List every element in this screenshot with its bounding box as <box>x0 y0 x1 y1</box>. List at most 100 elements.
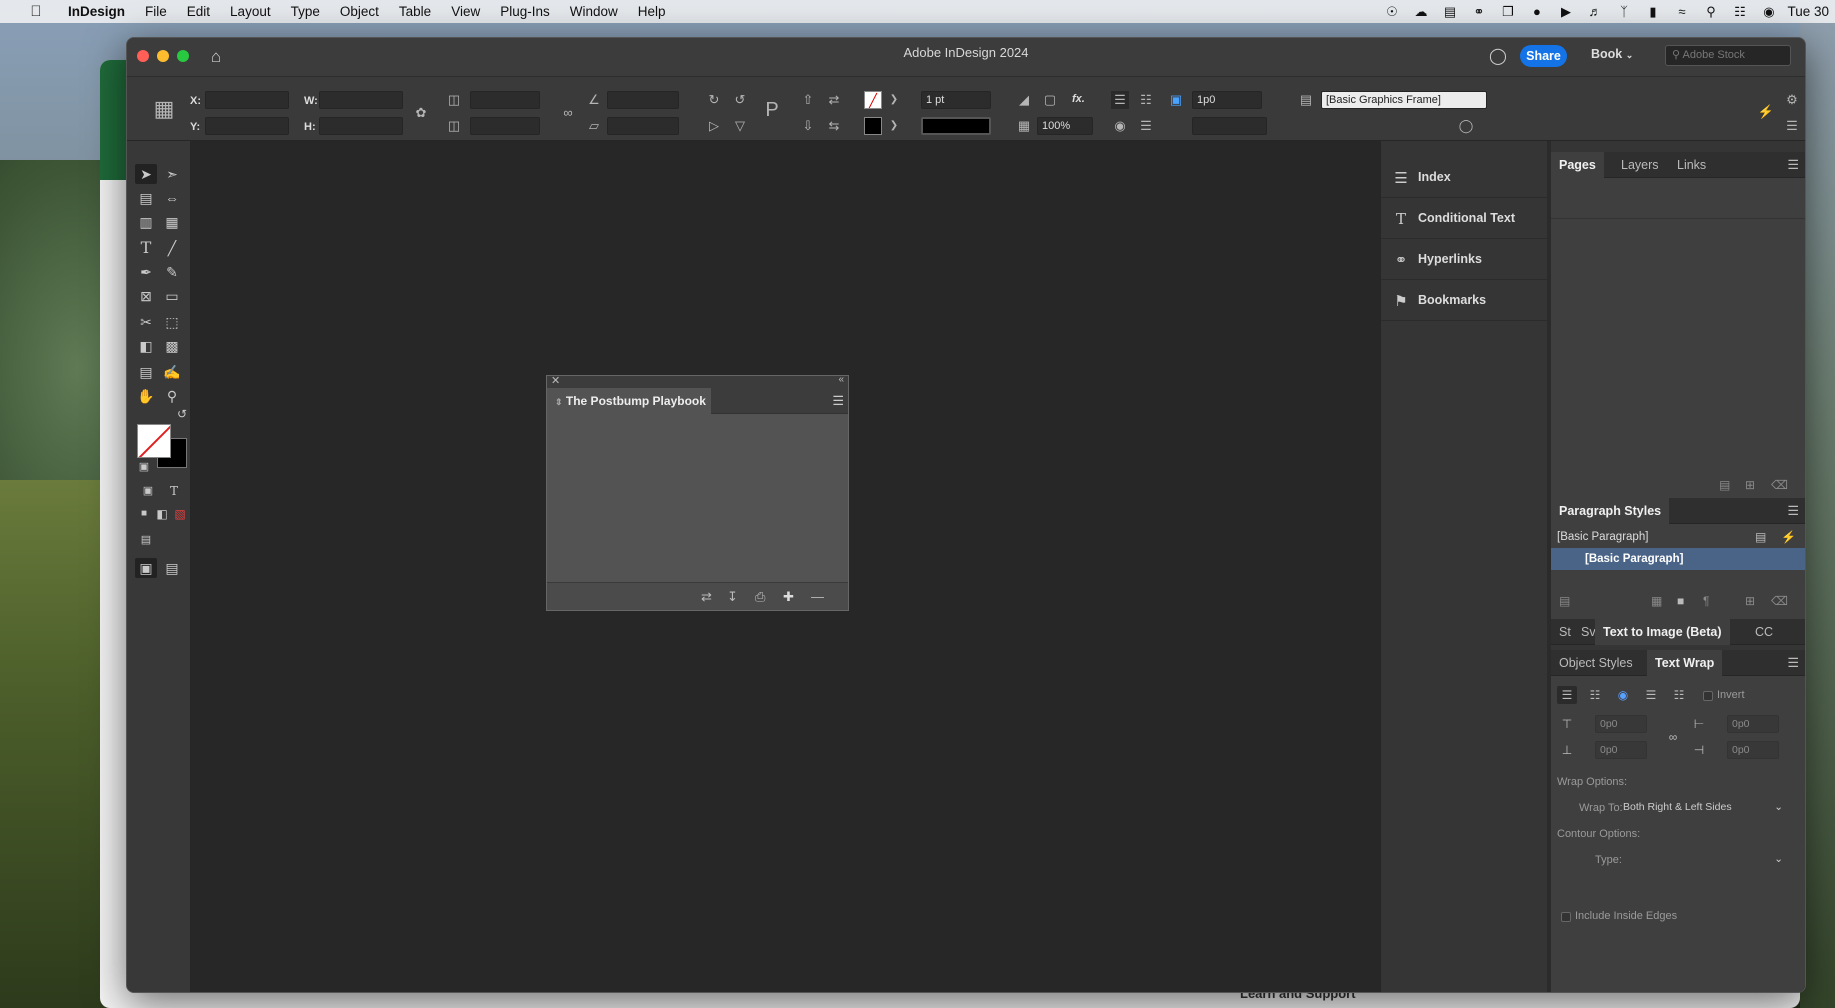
offset-dropdown[interactable] <box>1192 117 1267 135</box>
wrap-jump-icon[interactable]: ☰ <box>1137 117 1155 135</box>
gradient-mode-icon[interactable]: ▤ <box>135 530 157 550</box>
bottom-offset-field[interactable]: 0p0 <box>1595 741 1647 759</box>
direct-selection-tool-icon[interactable]: ➣ <box>161 164 183 184</box>
frame-icon[interactable]: ▢ <box>1041 91 1059 109</box>
gap-tool-icon[interactable]: ⇔ <box>161 188 183 208</box>
jump-next-column-icon[interactable]: ☷ <box>1669 686 1689 704</box>
menu-edit[interactable]: Edit <box>177 4 220 19</box>
spotlight-search-icon[interactable]: ⚲ <box>1696 4 1725 20</box>
link-offsets-icon[interactable]: ∞ <box>1663 728 1683 746</box>
bluetooth-icon[interactable]: ᛉ <box>1609 4 1638 19</box>
rotate-cw-icon[interactable]: ↻ <box>705 91 723 109</box>
share-button[interactable]: Share <box>1520 45 1567 67</box>
document-canvas[interactable] <box>191 141 1510 992</box>
wrap-bounding-box-icon[interactable]: ☷ <box>1137 91 1155 109</box>
scissors-tool-icon[interactable]: ✂ <box>135 312 157 332</box>
opacity-field[interactable]: 100% <box>1037 117 1093 135</box>
book-document-list[interactable] <box>547 414 848 584</box>
drive-icon[interactable]: ▤ <box>1435 4 1464 20</box>
left-offset-field[interactable]: 0p0 <box>1727 715 1779 733</box>
note-tool-icon[interactable]: ▤ <box>135 362 157 382</box>
tab-text-to-image[interactable]: Text to Image (Beta) <box>1595 619 1730 645</box>
menu-object[interactable]: Object <box>330 4 389 19</box>
battery-icon[interactable]: ▮ <box>1638 4 1667 20</box>
zoom-tool-icon[interactable]: ⚲ <box>161 386 183 406</box>
object-style-dropdown[interactable]: [Basic Graphics Frame] <box>1321 91 1487 109</box>
dock-item-bookmarks[interactable]: ⚑ Bookmarks <box>1381 281 1548 321</box>
x-field[interactable] <box>205 91 289 109</box>
book-tab[interactable]: ⇕ The Postbump Playbook <box>547 388 711 414</box>
content-placer-icon[interactable]: ▦ <box>161 212 183 232</box>
dock-item-conditional-text[interactable]: T Conditional Text <box>1381 199 1548 239</box>
corner-options-icon[interactable]: ◢ <box>1015 91 1033 109</box>
style-row-basic-paragraph[interactable]: [Basic Paragraph] <box>1551 548 1805 570</box>
link-scale-icon[interactable]: ∞ <box>559 104 577 122</box>
rotate-ccw-icon[interactable]: ↺ <box>731 91 749 109</box>
scale-y-icon[interactable]: ◫ <box>445 117 463 135</box>
add-document-icon[interactable]: ✚ <box>783 589 794 605</box>
pen-tool-icon[interactable]: ✒ <box>135 262 157 282</box>
scale-x-field[interactable] <box>470 91 540 109</box>
width-field[interactable] <box>319 91 403 109</box>
clear-overrides-icon[interactable]: ¶ <box>1703 594 1709 608</box>
synchronize-icon[interactable]: ⇄ <box>701 589 712 605</box>
scale-y-field[interactable] <box>470 117 540 135</box>
rectangle-tool-icon[interactable]: ▭ <box>161 286 183 306</box>
wrap-none-icon[interactable]: ☰ <box>1111 91 1129 109</box>
page-tool-icon[interactable]: ▤ <box>135 188 157 208</box>
style-folder-icon[interactable]: ■ <box>1677 594 1684 608</box>
content-collector-icon[interactable]: ▥ <box>135 212 157 232</box>
select-previous-icon[interactable]: ⇄ <box>825 91 843 109</box>
user-icon[interactable]: ● <box>1522 4 1551 19</box>
style-folder-plus-icon[interactable]: ▦ <box>1651 594 1662 608</box>
rotation-field[interactable] <box>607 91 679 109</box>
panel-menu-icon[interactable]: ☰ <box>1787 157 1799 173</box>
select-content-icon[interactable]: ⇩ <box>799 117 817 135</box>
menu-file[interactable]: File <box>135 4 177 19</box>
tab-links[interactable]: Links <box>1669 152 1714 178</box>
pencil-tool-icon[interactable]: ✎ <box>161 262 183 282</box>
lightbulb-icon[interactable]: ◯ <box>1489 46 1507 66</box>
normal-view-icon[interactable]: ▣ <box>135 558 157 578</box>
stroke-menu-chevron-icon[interactable]: ❯ <box>885 117 903 135</box>
lightning-icon[interactable]: ⚡ <box>1757 103 1775 121</box>
tab-paragraph-styles[interactable]: Paragraph Styles <box>1551 498 1670 524</box>
include-inside-edges-checkbox[interactable] <box>1561 912 1571 922</box>
menu-type[interactable]: Type <box>281 4 330 19</box>
select-next-icon[interactable]: ⇆ <box>825 117 843 135</box>
constrain-proportions-icon[interactable]: ✿ <box>412 104 430 122</box>
tab-cc[interactable]: CC <box>1747 619 1781 645</box>
default-colors-icon[interactable]: ▣ <box>133 457 155 477</box>
fill-color-icon[interactable] <box>137 424 171 458</box>
menu-table[interactable]: Table <box>389 4 441 19</box>
pages-panel-body[interactable]: ▤ ⊞ ⌫ <box>1551 178 1805 498</box>
remove-document-icon[interactable]: — <box>811 589 824 604</box>
menu-help[interactable]: Help <box>628 4 676 19</box>
tab-object-styles[interactable]: Object Styles <box>1551 650 1641 676</box>
clock[interactable]: Tue 30 <box>1787 4 1829 19</box>
stroke-weight-field[interactable]: 1 pt <box>921 91 991 109</box>
app-menu[interactable]: InDesign <box>68 4 125 19</box>
jump-object-icon[interactable]: ☰ <box>1641 686 1661 704</box>
fill-menu-chevron-icon[interactable]: ❯ <box>885 91 903 109</box>
wrap-bounding-box-icon[interactable]: ☷ <box>1585 686 1605 704</box>
dock-item-index[interactable]: ☰ Index <box>1381 158 1548 198</box>
play-icon[interactable]: ▶ <box>1551 4 1580 20</box>
quick-apply-icon[interactable]: ⚡ <box>1781 530 1796 544</box>
menu-view[interactable]: View <box>441 4 490 19</box>
control-center-icon[interactable]: ☷ <box>1725 4 1754 20</box>
scale-x-icon[interactable]: ◫ <box>445 91 463 109</box>
print-book-icon[interactable]: ⎙ <box>755 589 765 605</box>
line-tool-icon[interactable]: ╱ <box>161 238 183 258</box>
shear-angle-icon[interactable]: ▱ <box>585 117 603 135</box>
apply-none-icon[interactable]: ▧ <box>169 504 191 524</box>
new-style-icon[interactable]: ⊞ <box>1745 594 1755 608</box>
free-transform-tool-icon[interactable]: ⬚ <box>161 312 183 332</box>
close-icon[interactable]: ✕ <box>551 374 560 387</box>
cloud-sync-icon[interactable]: ☁ <box>1406 4 1435 20</box>
formatting-text-icon[interactable]: T <box>163 481 185 501</box>
panel-menu-icon[interactable]: ☰ <box>1787 655 1799 671</box>
clear-overrides-icon[interactable]: ◯ <box>1457 117 1475 135</box>
no-wrap-icon[interactable]: ☰ <box>1557 686 1577 704</box>
siri-icon[interactable]: ◉ <box>1754 4 1783 20</box>
